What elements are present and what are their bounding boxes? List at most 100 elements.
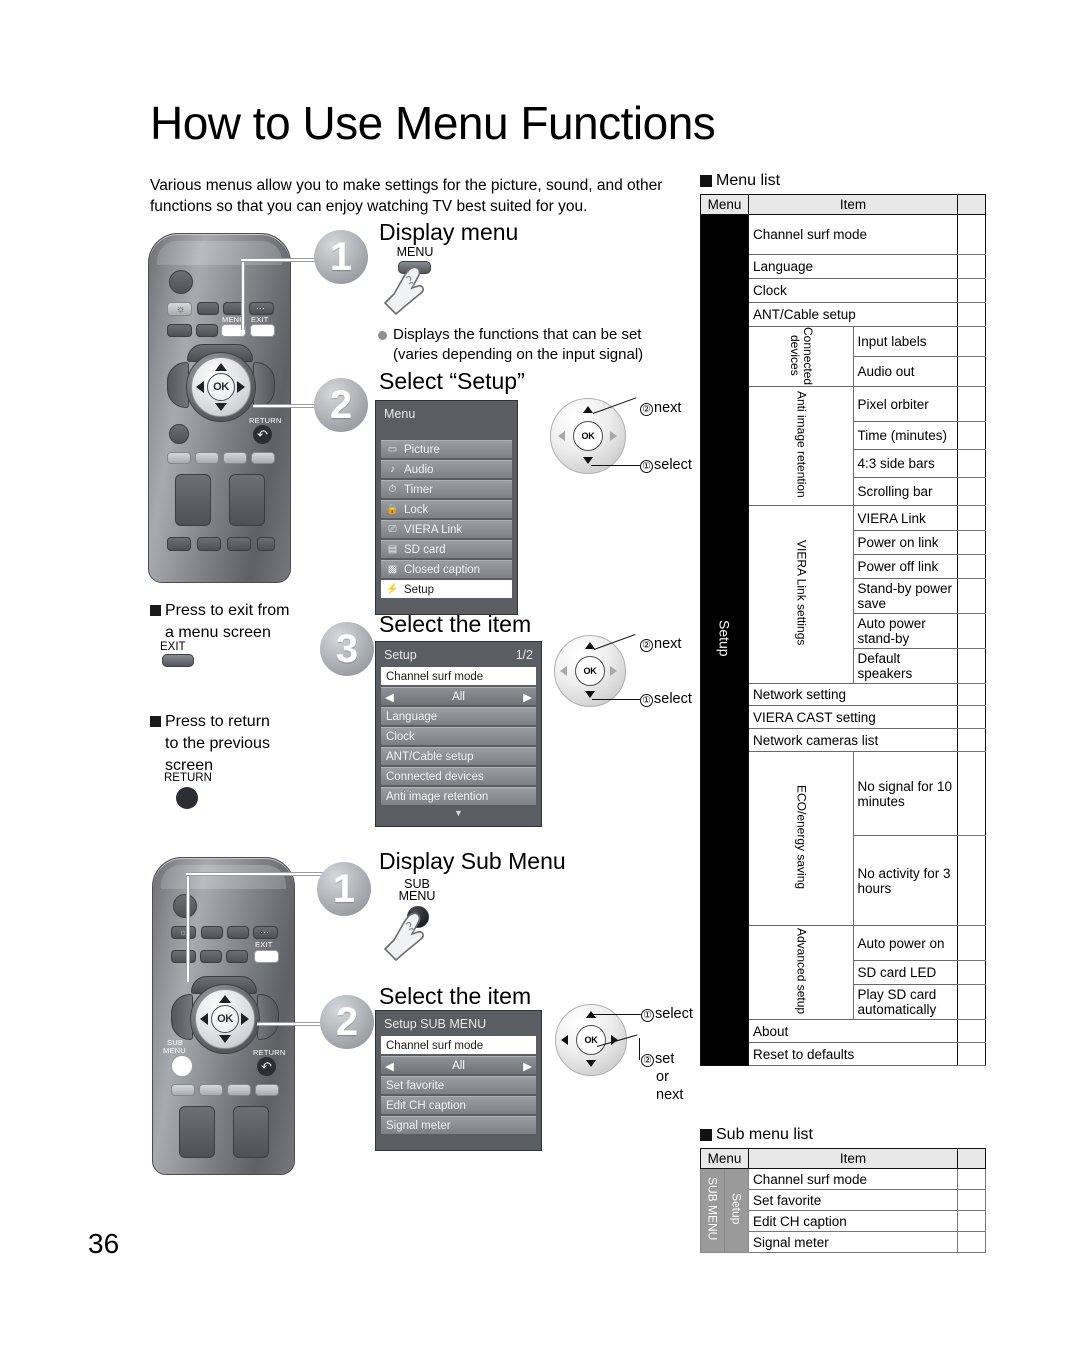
osd-setup-scroll-down-icon[interactable]: ▼ (381, 807, 536, 818)
osd-setup-item-ant-cable-setup[interactable]: ANT/Cable setup (381, 747, 536, 765)
big-button-left[interactable] (175, 474, 211, 526)
color-button-2-bottom[interactable] (199, 1084, 223, 1096)
color-button-3-bottom[interactable] (227, 1084, 251, 1096)
osd-setup-value-right-arrow[interactable]: ▶ (523, 690, 532, 704)
remote-bottom-button-d[interactable] (171, 950, 196, 963)
osd-sub-menu-item-edit-ch-caption[interactable]: Edit CH caption (381, 1096, 536, 1114)
step-heading-select-item-sub: Select the item (379, 983, 532, 1009)
keypad-button-3[interactable] (227, 537, 251, 551)
nav-ring-step2-up-arrow[interactable] (583, 406, 593, 413)
osd-menu-item-audio[interactable]: ♪ Audio (381, 460, 512, 478)
color-button-2[interactable] (195, 452, 219, 464)
nav-ring-step2-down-arrow[interactable] (583, 457, 593, 464)
remote-bottom-button-e[interactable] (200, 950, 222, 963)
remote-button-e[interactable] (196, 324, 218, 337)
osd-menu-item-setup[interactable]: ⚡ Setup (381, 580, 512, 598)
remote-control-bottom: ☼ ⋯ EXIT OK SUB MENU RETURN ↶ (152, 857, 295, 1175)
osd-setup-item-clock[interactable]: Clock (381, 727, 536, 745)
dpad-up-arrow[interactable] (215, 363, 227, 371)
osd-setup-item-language[interactable]: Language (381, 707, 536, 725)
color-button-1-bottom[interactable] (171, 1084, 195, 1096)
osd-setup-selected-item[interactable]: Channel surf mode (381, 667, 536, 685)
osd-menu-item-lock[interactable]: 🔒 Lock (381, 500, 512, 518)
big-button-right-bottom[interactable] (233, 1106, 269, 1158)
exit-key-cap[interactable] (162, 654, 194, 667)
osd-menu-item-timer[interactable]: ⏱ Timer (381, 480, 512, 498)
remote-button-d[interactable] (167, 324, 192, 337)
dpad-right-arrow[interactable] (237, 381, 245, 393)
power-button-bottom[interactable] (173, 894, 197, 918)
return-key-icon[interactable] (176, 787, 198, 809)
osd-sub-menu-value-right-arrow[interactable]: ▶ (523, 1059, 532, 1073)
nav-ring-sub-ok[interactable]: OK (576, 1025, 606, 1055)
light-button[interactable]: ☼ (167, 302, 192, 316)
dpad-right-arrow-bottom[interactable] (241, 1013, 249, 1025)
osd-sub-menu-item-set-favorite[interactable]: Set favorite (381, 1076, 536, 1094)
dpad-down-arrow[interactable] (215, 403, 227, 411)
light-button-bottom[interactable]: ☼ (171, 926, 196, 939)
remote-bottom-button-c[interactable]: ⋯ (253, 926, 278, 939)
nav-ring-step2-ok[interactable]: OK (573, 421, 603, 451)
osd-menu-item-closed-caption[interactable]: ▩ Closed caption (381, 560, 512, 578)
remote-button-a[interactable] (197, 302, 219, 315)
return-icon-bottom[interactable]: ↶ (257, 1057, 276, 1076)
nav-ring-step2-left-arrow[interactable] (558, 431, 565, 441)
return-key-label-bottom: RETURN (253, 1048, 286, 1057)
color-button-1[interactable] (167, 452, 191, 464)
osd-setup-panel: Setup 1/2 Channel surf mode ◀ All ▶ Lang… (375, 641, 542, 827)
nav-ring-step3-ok[interactable]: OK (575, 656, 605, 686)
menu-list-item-power-off-link: Power off link (852, 554, 958, 579)
power-button[interactable] (169, 270, 193, 294)
nav-ring-step2-right-arrow[interactable] (610, 431, 617, 441)
sub-menu-list-col-menu: Menu (700, 1148, 749, 1169)
menu-list-blank-4 (957, 326, 986, 357)
osd-setup-value-bar[interactable]: ◀ All ▶ (381, 687, 536, 705)
volume-arc-right[interactable] (253, 362, 275, 408)
remote-button-f[interactable] (169, 424, 189, 444)
nav-ring-step3-down-arrow[interactable] (585, 691, 595, 698)
dpad-left-arrow[interactable] (196, 381, 204, 393)
nav-ring-step3-left-arrow[interactable] (560, 666, 567, 676)
osd-menu-item-audio-label: Audio (404, 463, 434, 476)
keypad-button-1[interactable] (167, 537, 191, 551)
nav-ring-step2-label-next: ② next (640, 399, 681, 417)
osd-setup-item-anti-image-retention[interactable]: Anti image retention (381, 787, 536, 805)
sub-menu-button[interactable] (171, 1055, 193, 1077)
color-button-4-bottom[interactable] (255, 1084, 279, 1096)
nav-ring-sub-left-arrow[interactable] (561, 1035, 568, 1045)
big-button-left-bottom[interactable] (179, 1106, 215, 1158)
nav-ring-sub-num-select: ① (641, 1009, 654, 1022)
osd-sub-menu-value-bar[interactable]: ◀ All ▶ (381, 1056, 536, 1074)
osd-menu-item-picture[interactable]: ▭ Picture (381, 440, 512, 458)
dpad-down-arrow-bottom[interactable] (219, 1035, 231, 1043)
osd-sub-menu-item-signal-meter[interactable]: Signal meter (381, 1116, 536, 1134)
ok-button[interactable]: OK (207, 373, 235, 401)
osd-sub-menu-selected-item[interactable]: Channel surf mode (381, 1036, 536, 1054)
osd-menu-item-viera-link[interactable]: ⎚ VIERA Link (381, 520, 512, 538)
dpad-up-arrow-bottom[interactable] (219, 995, 231, 1003)
osd-setup-item-connected-devices[interactable]: Connected devices (381, 767, 536, 785)
keypad-button-2[interactable] (197, 537, 221, 551)
osd-sub-menu-value-left-arrow[interactable]: ◀ (385, 1059, 394, 1073)
osd-setup-value-left-arrow[interactable]: ◀ (385, 690, 394, 704)
nav-ring-step3-right-arrow[interactable] (610, 666, 617, 676)
remote-bottom-button-b[interactable] (227, 926, 249, 939)
volume-arc-right-bottom[interactable] (257, 994, 279, 1040)
ok-button-bottom[interactable]: OK (211, 1005, 239, 1033)
remote-bottom-button-f[interactable] (226, 950, 248, 963)
color-button-3[interactable] (223, 452, 247, 464)
big-button-right[interactable] (229, 474, 265, 526)
color-button-4[interactable] (251, 452, 275, 464)
exit-button[interactable] (250, 324, 275, 337)
osd-setup-title-text: Setup (384, 648, 417, 662)
sub-menu-list-outer-label-cell: SUB MENU (700, 1168, 725, 1253)
remote-bottom-button-a[interactable] (201, 926, 223, 939)
dpad-left-arrow-bottom[interactable] (200, 1013, 208, 1025)
keypad-button-4[interactable] (257, 537, 275, 551)
exit-button-bottom[interactable] (254, 950, 279, 963)
osd-menu-item-sd-card[interactable]: ▤ SD card (381, 540, 512, 558)
nav-ring-sub-down-arrow[interactable] (586, 1060, 596, 1067)
remote-button-c[interactable]: ⋯ (249, 302, 274, 315)
nav-ring-sub-leader-set-vertical (639, 1038, 640, 1060)
return-icon[interactable]: ↶ (253, 425, 272, 444)
